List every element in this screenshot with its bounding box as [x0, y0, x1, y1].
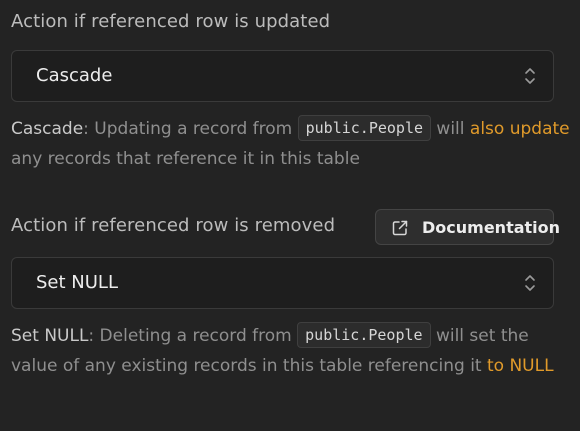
help-text: will: [431, 119, 470, 139]
help-text: any records that reference it in this ta…: [11, 149, 360, 169]
help-title: Set NULL: [11, 326, 89, 346]
help-title: Cascade: [11, 119, 84, 139]
update-action-label: Action if referenced row is updated: [11, 11, 331, 32]
chevron-up-down-icon: [525, 68, 535, 84]
table-name-code: public.People: [297, 322, 431, 348]
help-text: : Updating a record from: [83, 119, 298, 139]
documentation-button[interactable]: Documentation: [375, 209, 560, 245]
update-action-value: Cascade: [36, 65, 113, 86]
update-action-help: Cascade: Updating a record from public.P…: [11, 114, 571, 174]
delete-action-value: Set NULL: [36, 272, 118, 293]
delete-action-label: Action if referenced row is removed: [11, 215, 336, 236]
help-accent-text: also update: [469, 119, 570, 139]
delete-action-select[interactable]: Set NULL: [11, 257, 554, 309]
chevron-up-down-icon: [525, 275, 535, 291]
table-name-code: public.People: [297, 115, 432, 141]
documentation-button-label: Documentation: [422, 218, 561, 237]
help-accent-text: to NULL: [487, 356, 554, 376]
external-link-icon: [392, 220, 408, 236]
help-text: : Deleting a record from: [88, 326, 298, 346]
update-action-select[interactable]: Cascade: [11, 50, 554, 102]
delete-action-help: Set NULL: Deleting a record from public.…: [11, 321, 571, 381]
